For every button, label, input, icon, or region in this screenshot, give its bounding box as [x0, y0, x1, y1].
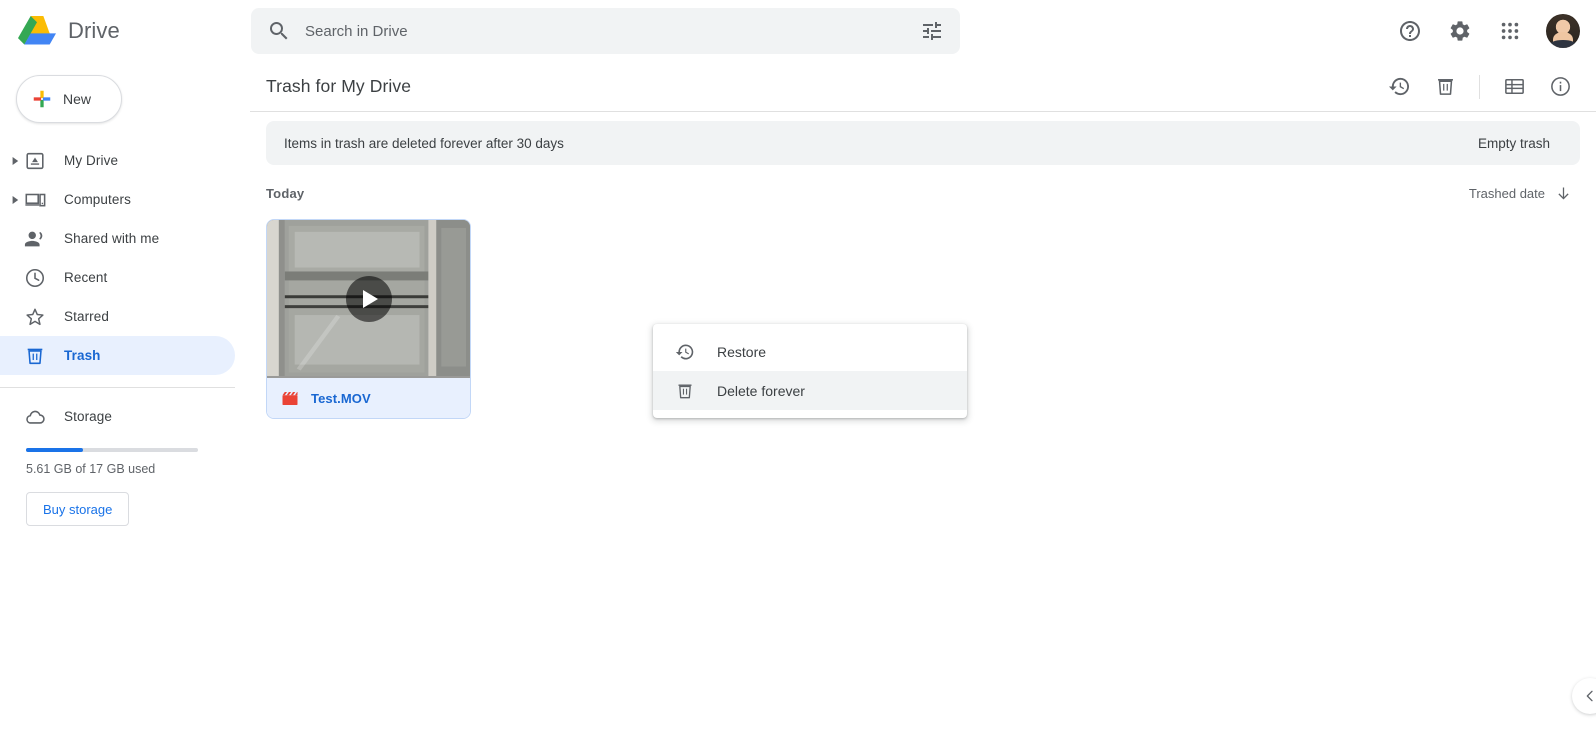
trash-icon	[1437, 79, 1453, 95]
top-right-actions	[1388, 0, 1582, 62]
banner-text: Items in trash are deleted forever after…	[284, 135, 564, 151]
sidebar: New My Drive Computers Shared with me Re…	[0, 62, 250, 732]
list-view-icon	[1504, 79, 1524, 94]
chevron-left-icon	[1586, 690, 1593, 702]
file-thumbnail[interactable]	[267, 220, 470, 378]
sidebar-item-label: Starred	[64, 309, 109, 324]
new-button-label: New	[63, 91, 92, 107]
new-button[interactable]: New	[16, 75, 122, 123]
expand-caret-icon[interactable]	[9, 194, 21, 206]
trash-icon	[678, 384, 692, 398]
sort-label: Trashed date	[1468, 185, 1545, 201]
star-icon	[24, 306, 46, 328]
cloud-icon	[24, 406, 46, 428]
sidebar-item-trash[interactable]: Trash	[0, 336, 235, 375]
apps-grid-icon	[1501, 22, 1519, 40]
expand-caret-icon[interactable]	[9, 155, 21, 167]
play-button-overlay[interactable]	[345, 276, 392, 322]
list-view-button[interactable]	[1492, 65, 1536, 109]
search-icon	[270, 22, 288, 40]
sort-control[interactable]: Trashed date	[1461, 181, 1580, 206]
storage-progress-fill	[26, 448, 83, 452]
top-bar: Drive	[0, 0, 1596, 62]
context-menu-item-label: Restore	[717, 343, 767, 360]
storage-label: Storage	[64, 409, 112, 424]
sidebar-item-label: Recent	[64, 270, 108, 285]
file-card-footer: Test.MOV	[267, 378, 470, 418]
my-drive-icon	[24, 150, 46, 172]
tune-filter-icon[interactable]	[920, 19, 944, 43]
file-card[interactable]: Test.MOV	[266, 219, 471, 419]
storage-usage-text: 5.61 GB of 17 GB used	[26, 462, 156, 476]
sidebar-item-computers[interactable]: Computers	[0, 180, 235, 219]
brand-name: Drive	[68, 18, 120, 43]
search-bar[interactable]	[251, 8, 960, 54]
storage-progress-track	[26, 448, 198, 452]
main-header-actions	[1377, 65, 1582, 109]
section-bar: Today Trashed date	[266, 179, 1580, 207]
page-title: Trash for My Drive	[266, 76, 412, 96]
trash-retention-banner: Items in trash are deleted forever after…	[266, 121, 1580, 165]
restore-history-icon	[1388, 77, 1409, 96]
trash-icon	[24, 345, 46, 367]
plus-icon	[33, 90, 51, 108]
shared-people-icon	[24, 228, 46, 250]
context-menu: Restore Delete forever	[653, 324, 967, 418]
sidebar-item-label: Computers	[64, 192, 131, 207]
main-header: Trash for My Drive	[250, 62, 1596, 112]
restore-from-trash-button[interactable]	[1377, 65, 1421, 109]
sidebar-item-recent[interactable]: Recent	[0, 258, 235, 297]
sidebar-divider	[0, 387, 235, 388]
google-apps-button[interactable]	[1488, 9, 1532, 53]
sidebar-item-starred[interactable]: Starred	[0, 297, 235, 336]
computers-icon	[24, 189, 46, 211]
play-triangle-icon	[363, 290, 378, 308]
section-title: Today	[266, 185, 305, 201]
sidebar-item-shared-with-me[interactable]: Shared with me	[0, 219, 235, 258]
gear-icon	[1450, 21, 1470, 41]
context-menu-item-delete-forever[interactable]: Delete forever	[653, 371, 967, 410]
drive-logo-icon	[18, 15, 56, 45]
brand-area[interactable]: Drive	[0, 14, 250, 48]
context-menu-item-restore[interactable]: Restore	[653, 332, 967, 371]
sidebar-item-label: Shared with me	[64, 231, 160, 246]
toolbar-divider	[1479, 74, 1480, 99]
sidebar-item-label: My Drive	[64, 153, 119, 168]
search-input[interactable]	[305, 22, 910, 40]
arrow-down-icon	[1558, 186, 1569, 199]
settings-button[interactable]	[1438, 9, 1482, 53]
file-name: Test.MOV	[311, 391, 371, 406]
restore-history-icon	[675, 344, 694, 359]
expand-panel-button[interactable]	[1572, 678, 1596, 714]
main-content: Trash for My Drive Items in trash are de…	[250, 62, 1596, 732]
account-avatar[interactable]	[1546, 14, 1580, 48]
video-clapperboard-icon	[282, 391, 298, 405]
help-button[interactable]	[1388, 9, 1432, 53]
help-circle-icon	[1400, 21, 1420, 41]
info-circle-icon	[1550, 77, 1570, 96]
clock-icon	[24, 267, 46, 289]
sidebar-item-label: Trash	[64, 348, 101, 363]
sidebar-item-my-drive[interactable]: My Drive	[0, 141, 235, 180]
sidebar-nav: My Drive Computers Shared with me Recent…	[0, 141, 250, 375]
drive-app-window: Drive Search in Drive New My Drive Compu…	[0, 0, 1596, 732]
details-info-button[interactable]	[1538, 65, 1582, 109]
sidebar-item-storage[interactable]: Storage	[0, 397, 235, 436]
buy-storage-button[interactable]: Buy storage	[26, 492, 130, 526]
delete-forever-button[interactable]	[1423, 65, 1467, 109]
empty-trash-button[interactable]: Empty trash	[1466, 128, 1562, 159]
context-menu-item-label: Delete forever	[717, 382, 805, 399]
